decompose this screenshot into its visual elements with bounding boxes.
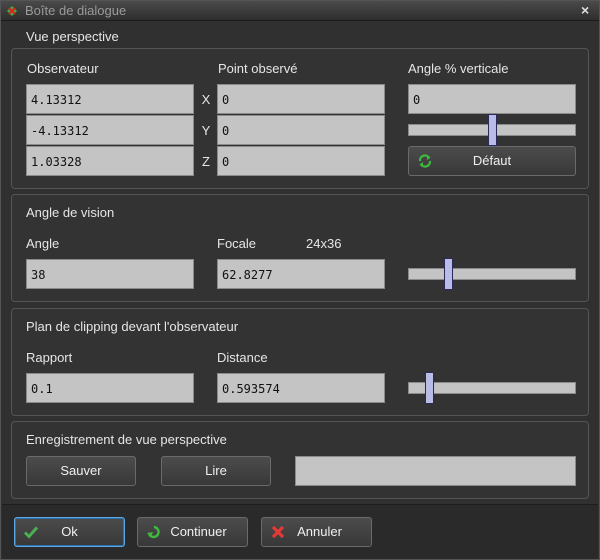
- vision-group: Angle de vision Angle Focale 24x36 38 62…: [11, 194, 589, 302]
- focal-input[interactable]: 62.8277: [217, 259, 385, 289]
- cancel-x-icon: [271, 525, 285, 539]
- read-button[interactable]: Lire: [161, 456, 271, 486]
- distance-label: Distance: [217, 350, 268, 365]
- observer-x-input[interactable]: 4.13312: [26, 84, 194, 114]
- save-button[interactable]: Sauver: [26, 456, 136, 486]
- perspective-group: Observateur Point observé Angle % vertic…: [11, 48, 589, 189]
- default-button[interactable]: Défaut: [408, 146, 576, 176]
- vision-angle-input[interactable]: 38: [26, 259, 194, 289]
- check-icon: [23, 526, 39, 539]
- record-group: Enregistrement de vue perspective Sauver…: [11, 421, 589, 499]
- observer-label: Observateur: [27, 61, 99, 76]
- angle-vertical-input[interactable]: 0: [408, 84, 576, 114]
- ok-button[interactable]: Ok: [14, 517, 125, 547]
- close-icon[interactable]: ×: [581, 3, 593, 17]
- vision-title: Angle de vision: [26, 205, 115, 220]
- view-name-input[interactable]: [295, 456, 576, 486]
- clipping-slider-thumb[interactable]: [425, 372, 434, 404]
- ratio-label: Rapport: [26, 350, 73, 365]
- axis-y-label: Y: [201, 123, 211, 138]
- vision-angle-label: Angle: [26, 236, 60, 251]
- record-title: Enregistrement de vue perspective: [26, 432, 227, 447]
- app-icon: [7, 6, 17, 16]
- continue-button-label: Continuer: [170, 524, 227, 539]
- refresh-icon: [418, 154, 432, 168]
- axis-x-label: X: [201, 92, 211, 107]
- continue-arrow-icon: [147, 525, 160, 539]
- point-label: Point observé: [218, 61, 298, 76]
- dialog-window: Boîte de dialogue × Vue perspective Obse…: [0, 0, 600, 560]
- observer-y-input[interactable]: -4.13312: [26, 115, 194, 145]
- clipping-slider[interactable]: [408, 372, 576, 404]
- perspective-title: Vue perspective: [26, 29, 119, 44]
- continue-button[interactable]: Continuer: [137, 517, 248, 547]
- clipping-group: Plan de clipping devant l'observateur Ra…: [11, 308, 589, 416]
- distance-input[interactable]: 0.593574: [217, 373, 385, 403]
- focal-label: Focale: [217, 236, 257, 251]
- cancel-button-label: Annuler: [297, 524, 342, 539]
- vision-slider[interactable]: [408, 258, 576, 290]
- observer-z-input[interactable]: 1.03328: [26, 146, 194, 176]
- angle-vertical-slider[interactable]: [408, 114, 576, 146]
- point-z-input[interactable]: 0: [217, 146, 385, 176]
- ok-button-label: Ok: [61, 524, 78, 539]
- cancel-button[interactable]: Annuler: [261, 517, 372, 547]
- ratio-input[interactable]: 0.1: [26, 373, 194, 403]
- title-bar[interactable]: Boîte de dialogue ×: [1, 1, 599, 21]
- axis-z-label: Z: [202, 154, 210, 169]
- point-y-input[interactable]: 0: [217, 115, 385, 145]
- format-label: 24x36: [306, 236, 342, 251]
- vision-slider-thumb[interactable]: [444, 258, 453, 290]
- window-title: Boîte de dialogue: [25, 3, 127, 18]
- angle-vertical-slider-thumb[interactable]: [488, 114, 497, 146]
- default-button-label: Défaut: [472, 153, 512, 168]
- clipping-title: Plan de clipping devant l'observateur: [26, 319, 239, 334]
- point-x-input[interactable]: 0: [217, 84, 385, 114]
- angle-vertical-label: Angle % verticale: [408, 61, 509, 76]
- footer-bar: Ok Continuer Annuler: [2, 504, 598, 559]
